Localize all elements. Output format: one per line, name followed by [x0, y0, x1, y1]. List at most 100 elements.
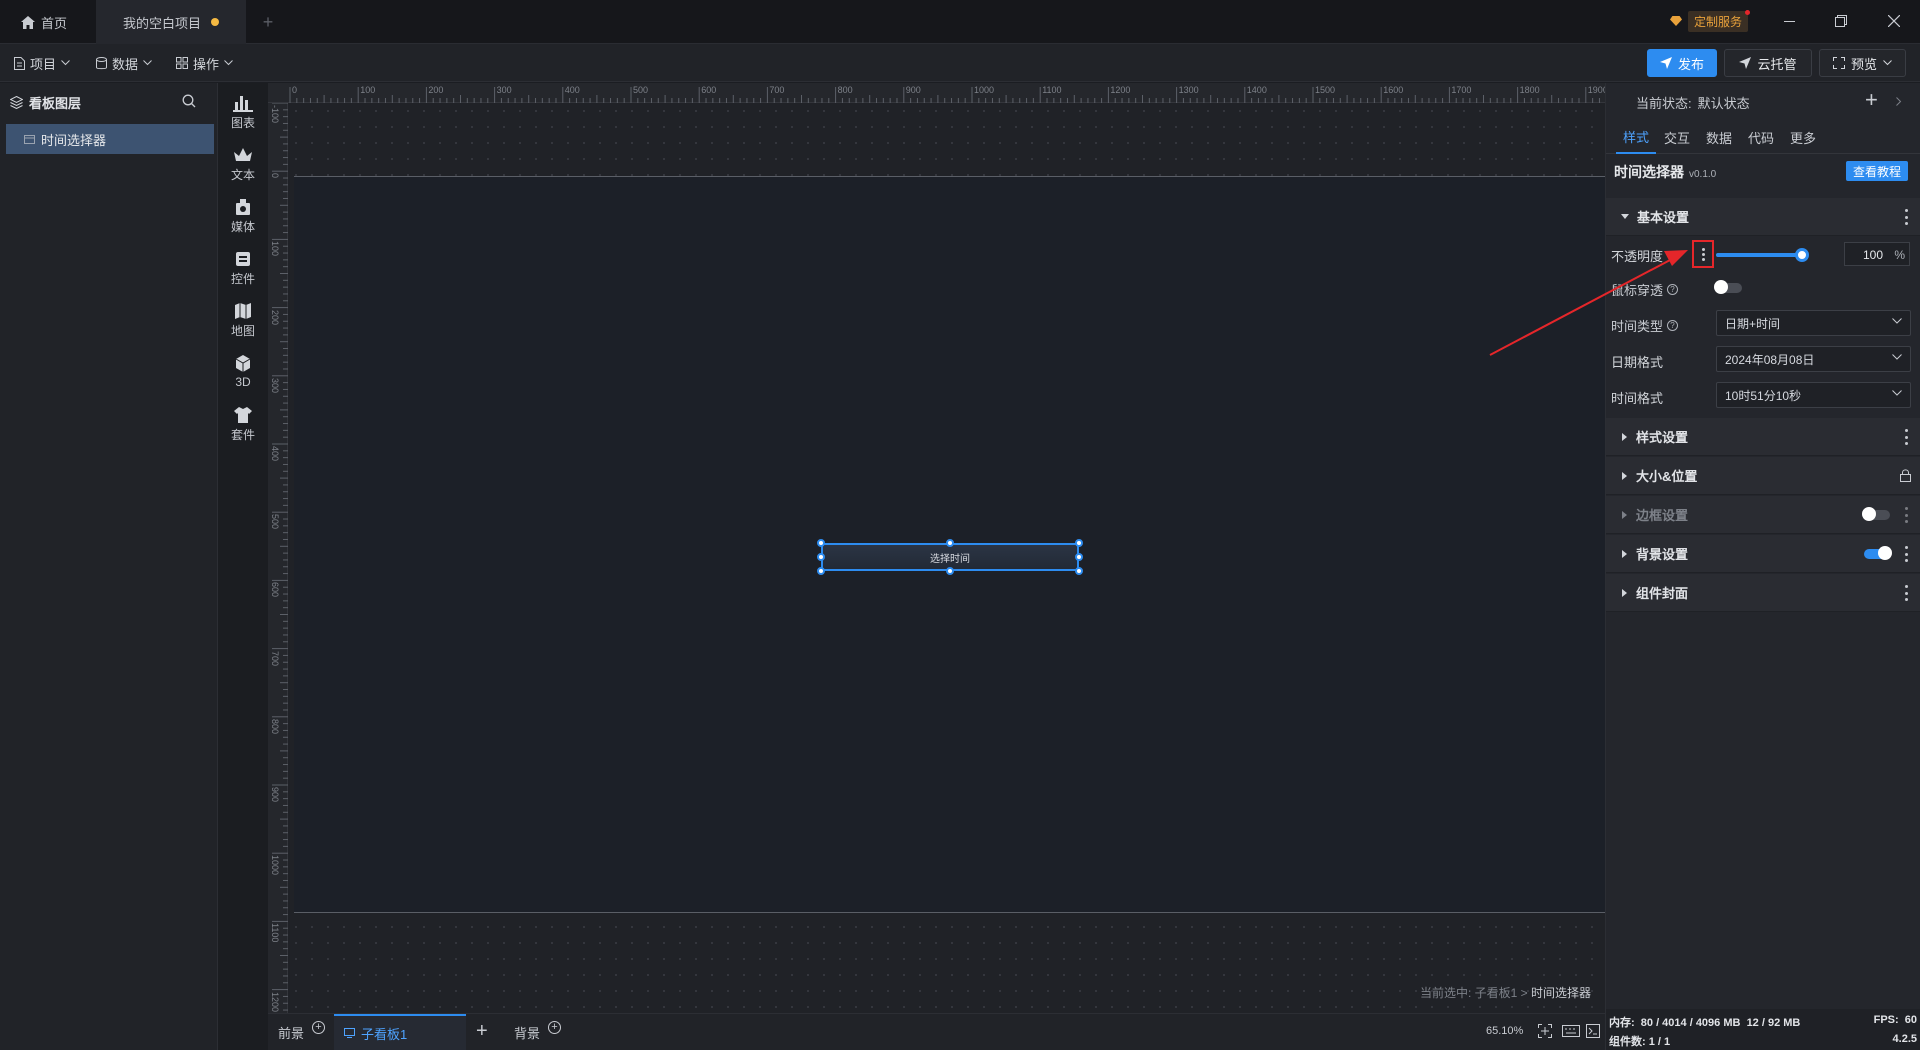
lock-icon[interactable]: [1900, 469, 1911, 482]
layer-item[interactable]: 时间选择器: [6, 124, 214, 154]
menu-project[interactable]: 项目: [14, 50, 70, 76]
ruler-tick-label: 100: [270, 241, 280, 257]
ruler-vertical-ticks: [272, 103, 288, 1011]
ruler-tick-label: 500: [633, 85, 649, 95]
section-basic[interactable]: 基本设置: [1606, 198, 1920, 236]
control-icon: [236, 251, 250, 266]
opacity-slider-knob[interactable]: [1795, 248, 1809, 262]
section-basic-label: 基本设置: [1637, 210, 1690, 225]
tool-3d-label: 3D: [235, 375, 251, 389]
tab-foreground[interactable]: 前景 +: [278, 1014, 326, 1050]
ruler-tick-label: 1400: [1246, 85, 1267, 95]
tab-sub-board[interactable]: 子看板1: [334, 1014, 466, 1050]
preview-button[interactable]: 预览: [1819, 49, 1906, 77]
state-value[interactable]: 默认状态: [1698, 93, 1750, 112]
tab-more[interactable]: 更多: [1786, 120, 1820, 154]
cloud-host-button[interactable]: 云托管: [1724, 49, 1812, 77]
close-button[interactable]: [1874, 8, 1914, 34]
bottom-bar: 前景 + 子看板1 + 背景 + 65.10%: [268, 1013, 1605, 1050]
date-format-select[interactable]: 2024年08月08日: [1716, 346, 1911, 372]
minimize-button[interactable]: [1769, 8, 1809, 34]
menu-operation[interactable]: 操作: [176, 50, 233, 76]
resize-handle-left[interactable]: [817, 553, 825, 561]
section-background-menu-icon[interactable]: [1905, 546, 1909, 562]
fit-screen-icon[interactable]: [1538, 1024, 1552, 1038]
chevron-right-icon[interactable]: [1896, 97, 1902, 106]
section-border-menu-icon[interactable]: [1905, 507, 1909, 523]
tab-code[interactable]: 代码: [1744, 120, 1778, 154]
tool-media[interactable]: 媒体: [218, 191, 268, 241]
resize-handle-bottom-right[interactable]: [1075, 567, 1083, 575]
opacity-input[interactable]: 100 %: [1844, 242, 1910, 266]
add-board-button[interactable]: +: [476, 1020, 488, 1043]
background-toggle[interactable]: [1864, 546, 1892, 560]
layer-panel: 看板图层 时间选择器: [0, 83, 218, 1050]
resize-handle-bottom[interactable]: [946, 567, 954, 575]
tutorial-button[interactable]: 查看教程: [1846, 161, 1908, 181]
menu-data[interactable]: 数据: [96, 50, 152, 76]
section-style[interactable]: 样式设置: [1606, 418, 1920, 456]
tab-more-label: 更多: [1789, 130, 1816, 146]
resize-handle-bottom-left[interactable]: [817, 567, 825, 575]
border-toggle[interactable]: [1862, 507, 1890, 521]
tab-project[interactable]: 我的空白项目: [96, 0, 246, 44]
resize-handle-top-right[interactable]: [1075, 539, 1083, 547]
keyboard-icon[interactable]: [1562, 1025, 1580, 1037]
ruler-tick-label: 400: [564, 85, 580, 95]
resize-handle-top[interactable]: [946, 539, 954, 547]
section-background[interactable]: 背景设置: [1606, 535, 1920, 573]
opacity-menu-button[interactable]: [1692, 240, 1714, 268]
component-count: 组件数: 1 / 1: [1609, 1036, 1671, 1048]
resize-handle-top-left[interactable]: [817, 539, 825, 547]
tab-style[interactable]: 样式: [1616, 120, 1656, 154]
zoom-level[interactable]: 65.10%: [1486, 1025, 1523, 1037]
tool-kit-label: 套件: [230, 427, 255, 442]
publish-button[interactable]: 发布: [1647, 49, 1717, 77]
add-circle-icon[interactable]: +: [312, 1020, 326, 1034]
tool-3d[interactable]: 3D: [218, 347, 268, 397]
tab-interaction[interactable]: 交互: [1660, 120, 1694, 154]
time-format-value: 10时51分10秒: [1725, 388, 1802, 403]
tab-interaction-label: 交互: [1663, 130, 1690, 146]
opacity-slider[interactable]: [1716, 248, 1809, 262]
add-state-button[interactable]: +: [1865, 87, 1878, 113]
resize-handle-right[interactable]: [1075, 553, 1083, 561]
terminal-icon[interactable]: [1586, 1024, 1600, 1038]
tool-control[interactable]: 控件: [218, 243, 268, 293]
tab-home[interactable]: 首页: [0, 0, 88, 44]
tab-background[interactable]: 背景 +: [514, 1014, 562, 1050]
tab-data[interactable]: 数据: [1702, 120, 1736, 154]
section-border[interactable]: 边框设置: [1606, 496, 1920, 534]
tab-background-label: 背景: [514, 1025, 541, 1041]
new-tab-button[interactable]: +: [256, 0, 280, 44]
restore-button[interactable]: [1821, 8, 1861, 34]
mouse-through-label: 鼠标穿透: [1611, 283, 1664, 298]
ruler-tick-label: 1800: [1519, 85, 1540, 95]
caret-right-icon: [1622, 471, 1627, 480]
layer-search-button[interactable]: [182, 94, 196, 111]
tab-home-label: 首页: [40, 15, 67, 31]
section-cover-menu-icon[interactable]: [1905, 585, 1909, 601]
publish-label: 发布: [1677, 56, 1704, 72]
layer-item-label: 时间选择器: [41, 132, 107, 148]
section-border-label: 边框设置: [1636, 508, 1689, 523]
tool-chart[interactable]: 图表: [218, 87, 268, 137]
time-type-select[interactable]: 日期+时间: [1716, 310, 1911, 336]
tool-kit[interactable]: 套件: [218, 399, 268, 449]
section-size-position[interactable]: 大小&位置: [1606, 457, 1920, 495]
tool-text[interactable]: 文本: [218, 139, 268, 189]
custom-service-button[interactable]: 定制服务: [1670, 9, 1751, 33]
mouse-through-toggle[interactable]: [1714, 280, 1742, 294]
add-circle-icon[interactable]: +: [548, 1020, 562, 1034]
tool-map[interactable]: 地图: [218, 295, 268, 345]
ruler-tick-label: 200: [428, 85, 444, 95]
section-basic-menu-icon[interactable]: [1905, 209, 1909, 225]
ruler-tick-label: 0: [292, 85, 298, 95]
section-cover[interactable]: 组件封面: [1606, 574, 1920, 612]
tab-data-label: 数据: [1705, 130, 1732, 146]
chevron-down-icon: [61, 60, 70, 66]
time-format-select[interactable]: 10时51分10秒: [1716, 382, 1911, 408]
ruler-tick-label: 900: [270, 787, 280, 803]
section-style-menu-icon[interactable]: [1905, 429, 1909, 445]
menu-data-label: 数据: [112, 56, 139, 72]
